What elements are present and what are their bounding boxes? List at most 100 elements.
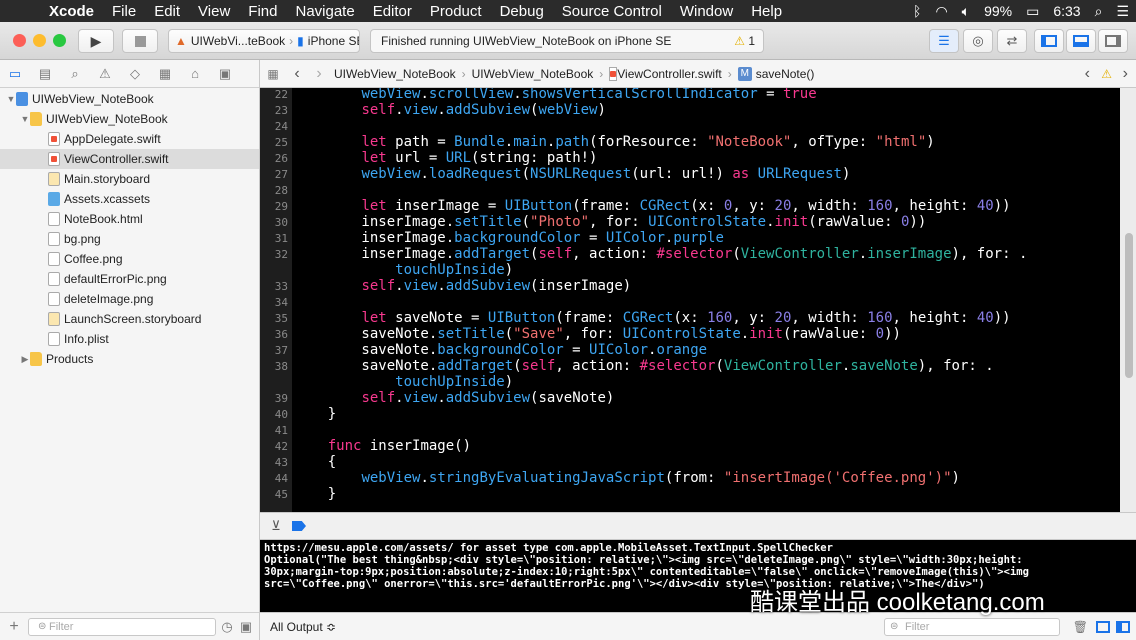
clock[interactable]: 6:33	[1046, 3, 1087, 19]
spotlight-icon[interactable]: ⌕	[1088, 3, 1110, 20]
back-button[interactable]: ‹	[286, 65, 308, 83]
tree-item-project[interactable]: ▼ UIWebView_NoteBook	[0, 89, 259, 109]
menu-debug[interactable]: Debug	[491, 3, 553, 20]
code-line[interactable]: 38 saveNote.addTarget(self, action: #sel…	[260, 358, 1120, 374]
tests-icon[interactable]: ◇	[120, 66, 150, 82]
menu-source-control[interactable]: Source Control	[553, 3, 671, 20]
code-line[interactable]: 29 let inserImage = UIButton(frame: CGRe…	[260, 198, 1120, 214]
menu-navigate[interactable]: Navigate	[286, 3, 363, 20]
toggle-utilities-button[interactable]	[1098, 29, 1128, 53]
scheme-selector[interactable]: ▲ UIWebVi...teBook › ▮ iPhone SE	[168, 29, 360, 53]
code-line[interactable]: 34	[260, 294, 1120, 310]
volume-icon[interactable]: 🔈︎	[955, 3, 977, 20]
tree-item-launchscreen[interactable]: LaunchScreen.storyboard	[0, 309, 259, 329]
code-line[interactable]: touchUpInside)	[260, 262, 1120, 278]
code-line[interactable]: 45 }	[260, 486, 1120, 502]
related-items-icon[interactable]: ▦	[260, 67, 286, 81]
app-menu[interactable]: Xcode	[40, 3, 103, 20]
tree-item-notebook-html[interactable]: NoteBook.html	[0, 209, 259, 229]
menu-product[interactable]: Product	[421, 3, 491, 20]
disclosure-open-icon[interactable]: ▼	[20, 114, 30, 124]
code-line[interactable]: touchUpInside)	[260, 374, 1120, 390]
disclosure-open-icon[interactable]: ▼	[6, 94, 16, 104]
warning-icon[interactable]: ⚠	[1101, 67, 1112, 81]
editor-scrollbar[interactable]	[1120, 88, 1136, 512]
source-control-filter-icon[interactable]: ▣	[238, 619, 254, 635]
code-line[interactable]: 30 inserImage.setTitle("Photo", for: UIC…	[260, 214, 1120, 230]
toggle-debug-area-button[interactable]	[1066, 29, 1096, 53]
bluetooth-icon[interactable]: ᛒ	[906, 3, 928, 19]
breadcrumb-file[interactable]: ViewController.swift	[605, 66, 725, 81]
code-line[interactable]: 42 func inserImage()	[260, 438, 1120, 454]
zoom-window-button[interactable]	[53, 34, 66, 47]
stop-button[interactable]	[122, 29, 158, 53]
code-line[interactable]: 43 {	[260, 454, 1120, 470]
notification-center-icon[interactable]: ☰	[1109, 3, 1136, 20]
breadcrumb-method[interactable]: M saveNote()	[734, 66, 819, 81]
warning-badge[interactable]: ⚠ 1	[734, 34, 755, 48]
console-filter-input[interactable]: Filter	[884, 617, 1060, 636]
output-selector[interactable]: All Output ≎	[270, 620, 336, 634]
toggle-navigator-button[interactable]	[1034, 29, 1064, 53]
code-line[interactable]: 25 let path = Bundle.main.path(forResour…	[260, 134, 1120, 150]
tree-item-coffee-png[interactable]: Coffee.png	[0, 249, 259, 269]
tree-item-main-storyboard[interactable]: Main.storyboard	[0, 169, 259, 189]
search-icon[interactable]: ⌕	[60, 66, 90, 82]
breadcrumb-group[interactable]: UIWebView_NoteBook	[468, 67, 598, 81]
editor-scroll-thumb[interactable]	[1125, 233, 1133, 378]
trash-icon[interactable]: 🗑︎	[1073, 620, 1088, 634]
issues-icon[interactable]: ⚠	[90, 66, 120, 82]
menu-editor[interactable]: Editor	[364, 3, 421, 20]
code-line[interactable]: 26 let url = URL(string: path!)	[260, 150, 1120, 166]
menu-edit[interactable]: Edit	[145, 3, 189, 20]
breakpoint-icon[interactable]: ⌂	[180, 66, 210, 81]
variables-view-icon[interactable]	[1096, 620, 1110, 633]
code-line[interactable]: 35 let saveNote = UIButton(frame: CGRect…	[260, 310, 1120, 326]
code-line[interactable]: 44 webView.stringByEvaluatingJavaScript(…	[260, 470, 1120, 486]
standard-editor-button[interactable]: ☰	[929, 29, 959, 53]
add-icon[interactable]: +	[0, 618, 28, 636]
tree-item-viewcontroller[interactable]: ViewController.swift	[0, 149, 259, 169]
report-icon[interactable]: ▣	[210, 66, 240, 82]
tree-item-group[interactable]: ▼ UIWebView_NoteBook	[0, 109, 259, 129]
tree-item-bg-png[interactable]: bg.png	[0, 229, 259, 249]
navigator-filter-input[interactable]: Filter	[28, 617, 216, 636]
menu-window[interactable]: Window	[671, 3, 742, 20]
run-button[interactable]: ▶	[78, 29, 114, 53]
menu-view[interactable]: View	[189, 3, 239, 20]
code-line[interactable]: 39 self.view.addSubview(saveNote)	[260, 390, 1120, 406]
menu-help[interactable]: Help	[742, 3, 791, 20]
version-editor-button[interactable]: ⇄	[997, 29, 1027, 53]
battery-icon[interactable]: ▭	[1019, 3, 1046, 20]
previous-issue-button[interactable]: ‹	[1085, 65, 1090, 83]
code-line[interactable]: 36 saveNote.setTitle("Save", for: UICont…	[260, 326, 1120, 342]
minimize-window-button[interactable]	[33, 34, 46, 47]
menu-file[interactable]: File	[103, 3, 145, 20]
code-line[interactable]: 31 inserImage.backgroundColor = UIColor.…	[260, 230, 1120, 246]
tree-item-info-plist[interactable]: Info.plist	[0, 329, 259, 349]
tree-item-delete-image[interactable]: deleteImage.png	[0, 289, 259, 309]
code-line[interactable]: 23 self.view.addSubview(webView)	[260, 102, 1120, 118]
code-line[interactable]: 24	[260, 118, 1120, 134]
tree-item-assets[interactable]: Assets.xcassets	[0, 189, 259, 209]
breakpoints-toggle-icon[interactable]	[292, 521, 306, 531]
tree-item-products[interactable]: ▶ Products	[0, 349, 259, 369]
battery-percent[interactable]: 99%	[977, 3, 1019, 19]
folder-icon[interactable]: ▭	[0, 66, 30, 82]
code-line[interactable]: 27 webView.loadRequest(NSURLRequest(url:…	[260, 166, 1120, 182]
hide-debug-area-icon[interactable]: ⊻	[260, 518, 292, 534]
code-line[interactable]: 41	[260, 422, 1120, 438]
code-line[interactable]: 40 }	[260, 406, 1120, 422]
code-line[interactable]: 28	[260, 182, 1120, 198]
source-editor[interactable]: 22 webView.scrollView.showsVerticalScrol…	[260, 88, 1120, 512]
recent-files-icon[interactable]: ◷	[216, 619, 238, 635]
next-issue-button[interactable]: ›	[1123, 65, 1128, 83]
code-line[interactable]: 32 inserImage.addTarget(self, action: #s…	[260, 246, 1120, 262]
debug-navigator-icon[interactable]: ▦	[150, 66, 180, 82]
console-view-icon[interactable]	[1116, 620, 1130, 633]
disclosure-closed-icon[interactable]: ▶	[20, 354, 30, 365]
close-window-button[interactable]	[13, 34, 26, 47]
tree-item-appdelegate[interactable]: AppDelegate.swift	[0, 129, 259, 149]
forward-button[interactable]: ›	[308, 65, 330, 83]
assistant-editor-button[interactable]: ◎	[963, 29, 993, 53]
